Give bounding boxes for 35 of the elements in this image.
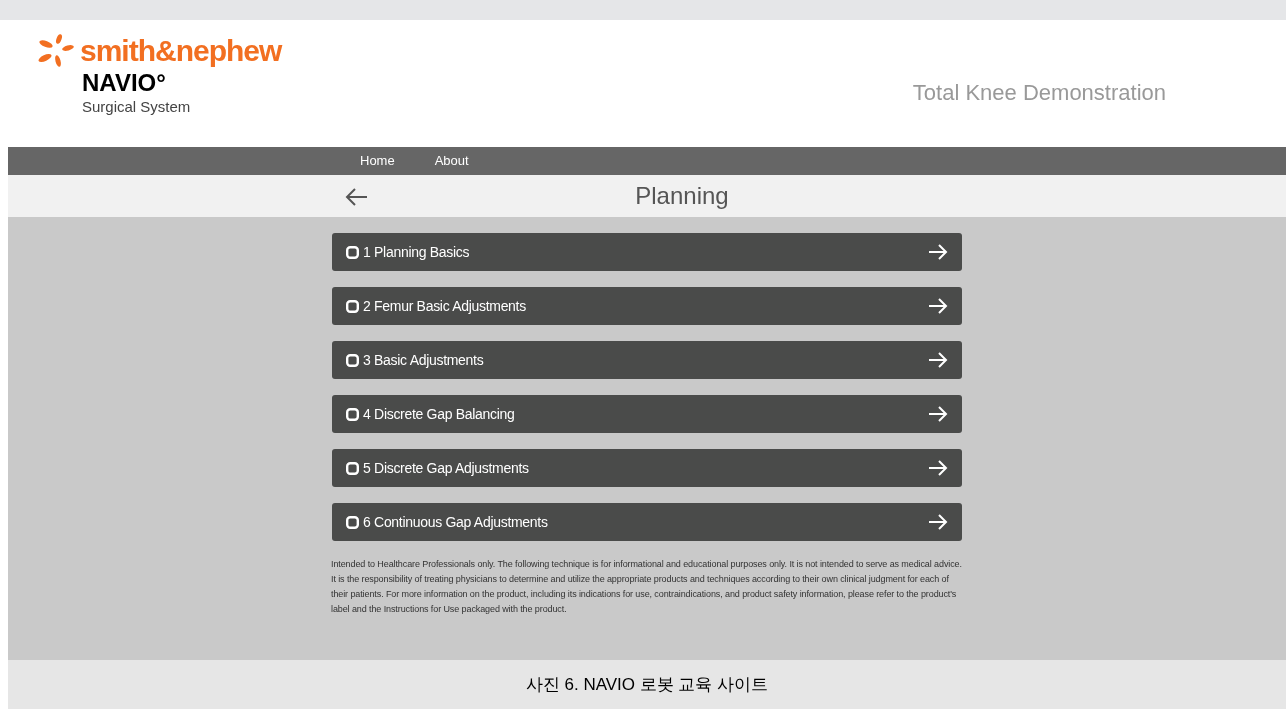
- header-title: Total Knee Demonstration: [912, 79, 1166, 107]
- module-label: 3 Basic Adjustments: [363, 350, 484, 370]
- checkbox[interactable]: [346, 353, 359, 367]
- module-item[interactable]: 5 Discrete Gap Adjustments: [332, 449, 962, 487]
- disclaimer-text: Intended to Healthcare Professionals only. The following technique is for informational and educational purposes only. It is not intended to serve as medical advice. It is the responsibility of treating physicians to determine and utilize the appropriate products and techniques according to their own clinical judgment for each of their patients. For more information on the product, including its indications for use, contraindications, and product safety information, please refer to the product's label and the Instructions for Use packaged with the product.: [331, 558, 963, 616]
- brand-name: smith&nephew: [80, 36, 282, 66]
- module-item[interactable]: 3 Basic Adjustments: [332, 341, 962, 379]
- logo-icon: [38, 34, 76, 68]
- checkbox[interactable]: [346, 407, 359, 421]
- module-label: 6 Continuous Gap Adjustments: [363, 512, 548, 532]
- nav-link[interactable]: Home: [360, 151, 395, 171]
- checkbox[interactable]: [346, 515, 359, 529]
- arrow-right-icon: [928, 351, 948, 369]
- module-item[interactable]: 2 Femur Basic Adjustments: [332, 287, 962, 325]
- arrow-right-icon: [928, 405, 948, 423]
- page-title: Planning: [634, 181, 729, 211]
- checkbox[interactable]: [346, 461, 359, 475]
- checkbox[interactable]: [346, 245, 359, 259]
- module-label: 4 Discrete Gap Balancing: [363, 404, 515, 424]
- figure-caption: 사진 6. NAVIO 로봇 교육 사이트: [525, 673, 769, 696]
- arrow-right-icon: [928, 513, 948, 531]
- module-label: 1 Planning Basics: [363, 242, 470, 262]
- module-item[interactable]: 6 Continuous Gap Adjustments: [332, 503, 962, 541]
- product-name: NAVIO°: [82, 68, 167, 98]
- module-item[interactable]: 4 Discrete Gap Balancing: [332, 395, 962, 433]
- product-subtitle: Surgical System: [82, 98, 192, 117]
- nav-link[interactable]: About: [434, 151, 469, 171]
- checkbox[interactable]: [346, 299, 359, 313]
- arrow-right-icon: [928, 243, 948, 261]
- arrow-right-icon: [928, 459, 948, 477]
- module-label: 2 Femur Basic Adjustments: [363, 296, 526, 316]
- back-arrow-icon[interactable]: [344, 187, 368, 207]
- arrow-right-icon: [928, 297, 948, 315]
- module-item[interactable]: 1 Planning Basics: [332, 233, 962, 271]
- module-label: 5 Discrete Gap Adjustments: [363, 458, 529, 478]
